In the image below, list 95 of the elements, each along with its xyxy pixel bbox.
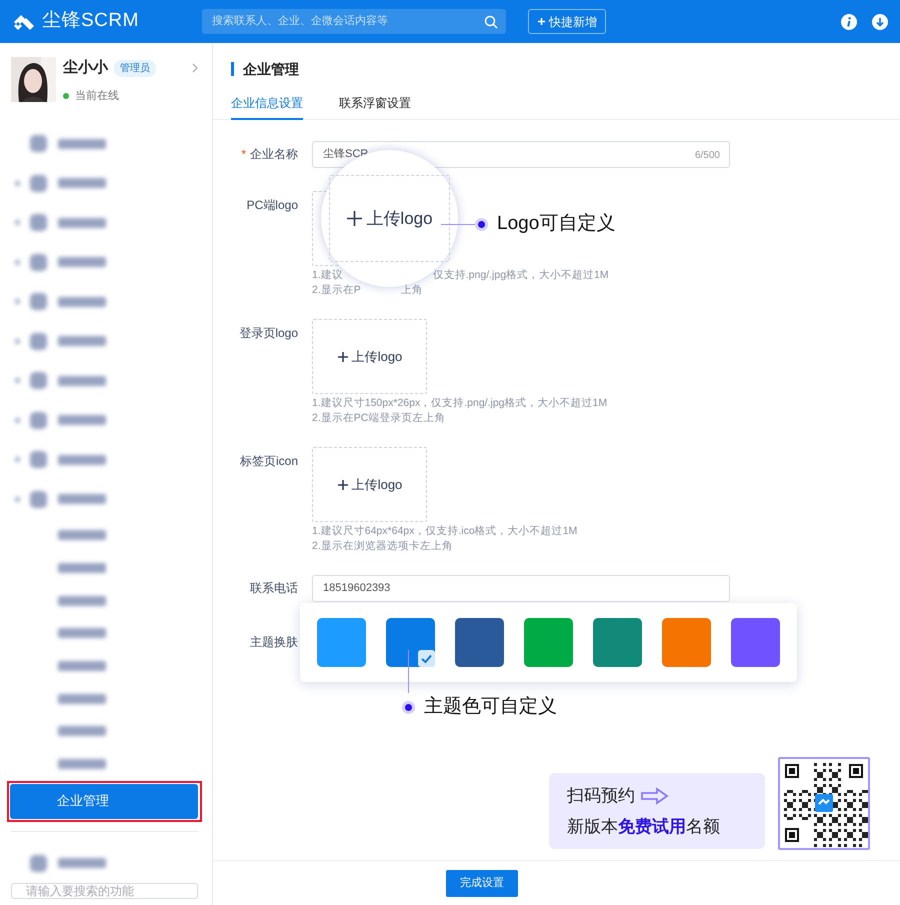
blurred-icon <box>30 372 47 390</box>
arrow-right-icon <box>641 786 669 805</box>
promo-text: 新版本免费试用名额 <box>567 816 721 838</box>
user-name: 尘小小 <box>63 58 108 78</box>
tab[interactable]: 企业信息设置 <box>231 94 303 120</box>
hint-text: 上角 <box>400 283 423 298</box>
blurred-caret <box>15 496 20 502</box>
blurred-icon <box>30 214 47 232</box>
chevron-icon[interactable] <box>192 63 198 73</box>
hint-text: 仅支持.png/.jpg格式，大小不超过1M <box>432 268 609 283</box>
blurred-label[interactable] <box>58 563 106 574</box>
color-swatch[interactable] <box>317 618 366 667</box>
download-icon[interactable] <box>872 14 888 30</box>
menu-item[interactable]: 企业管理 <box>10 784 198 818</box>
field-label: 登录页logo <box>239 326 298 340</box>
blurred-label[interactable] <box>58 178 106 188</box>
blurred-label[interactable] <box>58 138 106 149</box>
required-mark: * <box>241 147 246 161</box>
color-swatch[interactable] <box>524 618 573 667</box>
blurred-icon <box>30 854 47 872</box>
callout-text: Logo可自定义 <box>497 212 616 236</box>
blurred-icon <box>30 412 47 429</box>
blurred-label[interactable] <box>58 415 106 426</box>
blurred-label[interactable] <box>58 628 106 638</box>
blurred-icon <box>30 293 47 310</box>
hint-text: 2.显示在PC端登录页左上角 <box>312 411 446 426</box>
blurred-label[interactable] <box>58 596 106 606</box>
field-label: PC端logo <box>246 198 298 212</box>
status-text: 当前在线 <box>75 88 119 104</box>
title-bar <box>231 62 234 76</box>
check-icon <box>418 650 435 667</box>
blurred-label[interactable] <box>58 494 106 504</box>
function-search-field[interactable]: 请输入要搜索的功能 <box>11 883 198 899</box>
blurred-caret <box>15 220 20 226</box>
pointer-dot <box>475 218 488 231</box>
blurred-label[interactable] <box>58 454 106 465</box>
color-swatch[interactable] <box>731 618 780 667</box>
hint-text: 1.建议 <box>312 268 343 283</box>
blurred-label[interactable] <box>58 694 106 704</box>
blurred-icon <box>30 254 47 271</box>
blurred-icon <box>30 490 47 508</box>
blurred-icon <box>30 135 47 152</box>
blurred-caret <box>15 260 20 265</box>
blurred-label[interactable] <box>58 296 106 307</box>
blurred-caret <box>15 418 20 423</box>
blurred-label[interactable] <box>58 376 106 386</box>
color-swatch[interactable] <box>386 618 435 667</box>
field-label: 标签页icon <box>240 454 298 468</box>
field-label: 企业名称 <box>250 147 298 161</box>
blurred-caret <box>15 180 20 186</box>
role-badge: 管理员 <box>114 60 156 77</box>
field-label: 联系电话 <box>250 581 298 595</box>
search-icon[interactable] <box>484 15 498 29</box>
color-swatch[interactable] <box>593 618 642 667</box>
blurred-icon <box>30 451 47 468</box>
color-swatch[interactable] <box>662 618 711 667</box>
upload-box[interactable]: 上传logo <box>312 319 427 394</box>
page-title: 企业管理 <box>243 60 299 78</box>
pointer-dot <box>402 700 415 714</box>
callout-text: 主题色可自定义 <box>424 695 557 719</box>
hint-text: 1.建议尺寸64px*64px，仅支持.ico格式，大小不超过1M <box>312 524 578 539</box>
plus-icon <box>346 210 364 227</box>
logo-text: 尘锋SCRM <box>42 9 140 34</box>
promo-title: 扫码预约 <box>567 785 635 807</box>
leader-line <box>441 224 475 225</box>
hint-text: 2.显示在浏览器选项卡左上角 <box>312 539 453 554</box>
field-label: 主题换肤 <box>250 635 298 649</box>
blurred-caret <box>15 338 20 344</box>
blurred-caret <box>15 457 20 462</box>
tab[interactable]: 联系浮窗设置 <box>339 94 411 120</box>
hint-text: 1.建议尺寸150px*26px，仅支持.png/.jpg格式，大小不超过1M <box>312 396 608 411</box>
plus-icon <box>336 478 349 490</box>
blurred-label[interactable] <box>58 218 106 228</box>
blurred-label[interactable] <box>58 858 106 868</box>
blurred-icon <box>30 332 47 350</box>
blurred-icon <box>30 174 47 192</box>
blurred-label[interactable] <box>58 759 106 770</box>
blurred-label[interactable] <box>58 726 106 736</box>
char-counter: 6/500 <box>694 149 720 163</box>
quick-add-button[interactable]: 快捷新增 <box>528 9 606 34</box>
text-field[interactable]: 18519602393 <box>312 575 730 602</box>
plus-icon <box>537 17 546 26</box>
upload-box[interactable]: 上传logo <box>312 447 427 522</box>
blurred-label[interactable] <box>58 530 106 540</box>
blurred-label[interactable] <box>58 336 106 346</box>
finish-button[interactable]: 完成设置 <box>446 870 518 896</box>
plus-icon <box>336 350 349 362</box>
color-swatch[interactable] <box>455 618 504 667</box>
info-icon[interactable] <box>841 14 857 30</box>
hint-text: 2.显示在P <box>312 283 361 298</box>
blurred-caret <box>15 378 20 384</box>
blurred-label[interactable] <box>58 661 106 672</box>
blurred-caret <box>15 299 20 304</box>
blurred-label[interactable] <box>58 257 106 268</box>
leader-line <box>408 650 409 693</box>
